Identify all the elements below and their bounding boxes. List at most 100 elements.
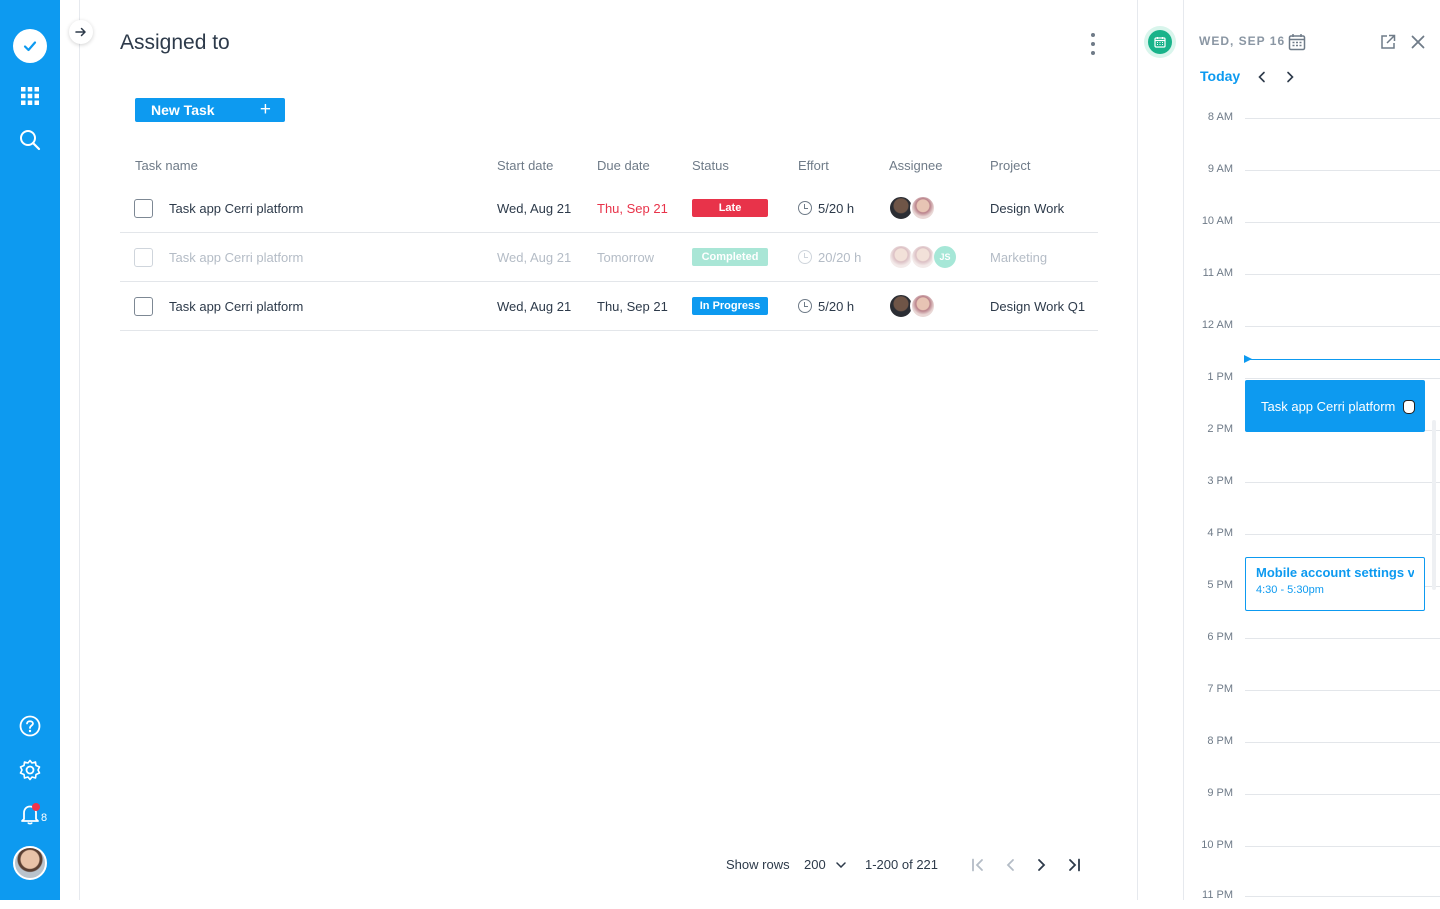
calendar-scrollbar[interactable]: [1432, 420, 1436, 590]
first-page-icon: [972, 858, 983, 872]
close-panel-button[interactable]: [1408, 32, 1428, 52]
table-row[interactable]: Task app Cerri platform Wed, Aug 21 Thu,…: [120, 184, 1098, 233]
hour-label: 5 PM: [1207, 579, 1233, 591]
task-checkbox[interactable]: [134, 296, 153, 316]
calendar-toggle-button[interactable]: [1144, 26, 1176, 58]
calendar-event[interactable]: Task app Cerri platform: [1245, 380, 1425, 432]
status-badge[interactable]: In Progress: [692, 297, 768, 315]
event-title: Task app Cerri platform: [1261, 398, 1396, 414]
page-title: Assigned to: [120, 31, 230, 54]
due-date: Tomorrow: [597, 249, 655, 265]
hour-slot[interactable]: 10 PM: [1184, 839, 1440, 859]
plus-icon: +: [259, 99, 271, 120]
new-task-button[interactable]: New Task +: [135, 98, 285, 122]
calendar-icon: [1154, 37, 1166, 48]
status-badge[interactable]: Late: [692, 199, 768, 217]
due-date: Thu, Sep 21: [597, 200, 668, 216]
due-date: Thu, Sep 21: [597, 298, 668, 314]
hour-slot[interactable]: 9 AM: [1184, 163, 1440, 183]
column-header-effort[interactable]: Effort: [798, 158, 829, 173]
hour-slot[interactable]: 6 PM: [1184, 631, 1440, 651]
chevron-left-icon: [1258, 71, 1265, 83]
clock-icon: [798, 299, 812, 313]
close-icon: [1411, 35, 1425, 49]
rows-per-page-select[interactable]: 200: [804, 857, 846, 872]
hour-label: 1 PM: [1207, 371, 1233, 383]
date-picker-button[interactable]: [1287, 32, 1307, 52]
task-name[interactable]: Task app Cerri platform: [169, 282, 303, 330]
table-row[interactable]: Task app Cerri platform Wed, Aug 21 Tomo…: [120, 233, 1098, 282]
assignee-avatars[interactable]: [888, 282, 936, 330]
hour-slot[interactable]: 4 PM: [1184, 527, 1440, 547]
clock-icon: [798, 250, 812, 264]
clock-icon: [798, 201, 812, 215]
avatar-initials: JS: [932, 244, 958, 270]
avatar: [910, 195, 936, 221]
more-options-button[interactable]: [1084, 31, 1102, 57]
hour-slot[interactable]: 9 PM: [1184, 787, 1440, 807]
task-checkbox[interactable]: [134, 247, 153, 267]
external-link-icon: [1381, 34, 1396, 49]
status-badge[interactable]: Completed: [692, 248, 768, 266]
avatar: [13, 846, 47, 880]
next-page-button[interactable]: [1032, 855, 1052, 875]
hour-label: 10 AM: [1201, 215, 1233, 227]
hour-slot[interactable]: 10 AM: [1184, 215, 1440, 235]
task-name[interactable]: Task app Cerri platform: [169, 184, 303, 232]
column-header-due-date[interactable]: Due date: [597, 158, 650, 173]
event-title: Mobile account settings vi...: [1256, 565, 1414, 580]
project-name[interactable]: Design Work: [990, 184, 1064, 232]
calendar-event[interactable]: Mobile account settings vi... 4:30 - 5:3…: [1245, 557, 1425, 611]
column-header-status[interactable]: Status: [692, 158, 729, 173]
calendar-panel: WED, SEP 16 Today 8 AM 9 AM 10 AM 11 AM …: [1184, 0, 1440, 901]
next-day-button[interactable]: [1280, 67, 1300, 87]
today-button[interactable]: Today: [1200, 68, 1240, 84]
hour-label: 7 PM: [1207, 683, 1233, 695]
column-header-start-date[interactable]: Start date: [497, 158, 553, 173]
task-checkbox[interactable]: [134, 198, 153, 218]
start-date: Wed, Aug 21: [497, 200, 572, 216]
check-logo-icon: [13, 29, 47, 63]
effort-value: 20/20 h: [818, 249, 862, 265]
panel-divider: [1137, 0, 1138, 900]
last-page-button[interactable]: [1064, 855, 1084, 875]
assignee-avatars[interactable]: [888, 184, 936, 232]
search-button[interactable]: [0, 129, 60, 151]
assignee-avatars[interactable]: JS: [888, 233, 958, 281]
apps-grid-button[interactable]: [0, 86, 60, 106]
grid-icon: [21, 87, 39, 105]
previous-day-button[interactable]: [1252, 67, 1272, 87]
settings-button[interactable]: [0, 759, 60, 781]
task-name[interactable]: Task app Cerri platform: [169, 233, 303, 281]
user-avatar-button[interactable]: [0, 846, 60, 880]
notification-count: 8: [41, 812, 48, 824]
column-header-project[interactable]: Project: [990, 158, 1030, 173]
table-row[interactable]: Task app Cerri platform Wed, Aug 21 Thu,…: [120, 282, 1098, 331]
calendar-date: WED, SEP 16: [1199, 34, 1286, 48]
hour-slot[interactable]: 7 PM: [1184, 683, 1440, 703]
hour-slot[interactable]: 3 PM: [1184, 475, 1440, 495]
previous-page-button[interactable]: [1000, 855, 1020, 875]
chevron-left-icon: [1006, 859, 1014, 871]
open-external-button[interactable]: [1378, 32, 1398, 52]
first-page-button[interactable]: [968, 855, 988, 875]
column-header-task-name[interactable]: Task name: [135, 158, 198, 173]
event-time: 4:30 - 5:30pm: [1256, 584, 1324, 596]
notifications-button[interactable]: 8: [0, 803, 60, 825]
hour-slot[interactable]: 11 PM: [1184, 889, 1440, 909]
help-button[interactable]: [0, 715, 60, 737]
new-task-label: New Task: [151, 102, 215, 118]
hour-label: 11 PM: [1202, 889, 1233, 901]
column-header-assignee[interactable]: Assignee: [889, 158, 942, 173]
hour-slot[interactable]: 12 AM: [1184, 319, 1440, 339]
home-button[interactable]: [0, 29, 60, 63]
kebab-icon: [1091, 33, 1095, 38]
project-name[interactable]: Marketing: [990, 233, 1047, 281]
hour-slot[interactable]: 8 AM: [1184, 111, 1440, 131]
hour-slot[interactable]: 11 AM: [1184, 267, 1440, 287]
hour-slot[interactable]: 8 PM: [1184, 735, 1440, 755]
project-name[interactable]: Design Work Q1: [990, 282, 1085, 330]
show-rows-label: Show rows: [726, 857, 790, 872]
calendar-icon: [1288, 34, 1306, 51]
start-date: Wed, Aug 21: [497, 249, 572, 265]
